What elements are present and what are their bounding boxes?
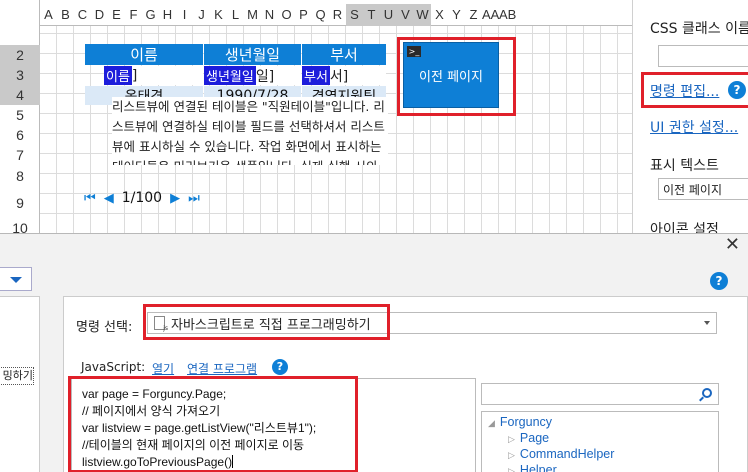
left-dropdown[interactable]	[0, 267, 32, 291]
column-header[interactable]: U	[380, 4, 397, 26]
listview-binding-name[interactable]: 이름 ]	[104, 66, 203, 85]
css-class-label: CSS 클래스 이름	[650, 21, 748, 37]
column-header[interactable]: W	[414, 4, 431, 26]
designer-sheet[interactable]: A B C D E F G H I J K L M N O P Q R S T U V W X Y Z AA AB 234567891…	[0, 0, 632, 233]
command-dialog: ✕ ? 밍하기 명령 선택: 자바스크립트로 직접 프로그래밍하기 JavaSc…	[0, 233, 748, 472]
listview-header-department[interactable]: 부서	[302, 44, 386, 65]
icon-setting-label: 아이콘 설정	[650, 222, 719, 233]
api-search-input[interactable]	[481, 383, 719, 405]
column-header[interactable]: L	[227, 4, 244, 26]
listview-pager: ⏮ ◀ 1/100 ▶ ⏭	[84, 190, 200, 206]
column-header[interactable]: M	[244, 4, 261, 26]
listview-binding-birthdate[interactable]: 생년월일 일]	[204, 66, 301, 85]
column-header[interactable]: AB	[499, 4, 516, 26]
open-with-link[interactable]: 연결 프로그램	[187, 360, 257, 377]
prev-page-icon[interactable]: ◀	[104, 191, 114, 206]
column-header[interactable]: O	[278, 4, 295, 26]
listview-header-birthdate[interactable]: 생년월일	[204, 44, 301, 65]
column-header[interactable]: Q	[312, 4, 329, 26]
column-header[interactable]: Z	[465, 4, 482, 26]
collapsed-triangle-icon[interactable]: ▷	[508, 450, 515, 460]
column-header[interactable]: N	[261, 4, 278, 26]
binding-suffix: ]	[131, 67, 138, 84]
column-header[interactable]: R	[329, 4, 346, 26]
ui-permission-link[interactable]: UI 권한 설정...	[650, 117, 738, 137]
binding-tag: 생년월일	[204, 66, 256, 85]
expanded-triangle-icon[interactable]: ◢	[488, 418, 495, 428]
display-text-label: 표시 텍스트	[650, 158, 719, 174]
binding-tag: 이름	[104, 66, 132, 85]
command-list-panel: 밍하기	[0, 296, 40, 472]
tree-node-label: CommandHelper	[519, 447, 615, 461]
css-class-input[interactable]	[658, 45, 748, 67]
column-header[interactable]: F	[125, 4, 142, 26]
column-header[interactable]: J	[193, 4, 210, 26]
code-highlight-box	[68, 376, 358, 472]
command-select-label: 명령 선택:	[76, 320, 133, 335]
row-header[interactable]: 8	[0, 165, 40, 187]
row-header[interactable]: 9	[0, 190, 40, 216]
column-header[interactable]: T	[363, 4, 380, 26]
page-indicator: 1/100	[121, 190, 163, 206]
column-header[interactable]: V	[397, 4, 414, 26]
listview-description: 리스트뷰에 연결된 테이블은 "직원테이블"입니다. 리스트뷰에 연결하실 테이…	[112, 97, 388, 165]
column-header[interactable]: AA	[482, 4, 499, 26]
row-header[interactable]: 3	[0, 65, 40, 85]
tree-node-page[interactable]: ▷ Page	[508, 431, 549, 445]
javascript-label: JavaScript:	[81, 360, 146, 374]
button-highlight-box	[397, 37, 516, 116]
open-link[interactable]: 열기	[152, 360, 174, 377]
column-header[interactable]: K	[210, 4, 227, 26]
last-page-icon[interactable]: ⏭	[188, 191, 200, 206]
column-header[interactable]: A	[40, 4, 57, 26]
dialog-help-icon[interactable]: ?	[710, 272, 728, 290]
row-header[interactable]: 7	[0, 145, 40, 165]
column-header[interactable]: D	[91, 4, 108, 26]
binding-suffix: 일]	[255, 68, 275, 85]
row-header[interactable]: 6	[0, 125, 40, 145]
column-header[interactable]: E	[108, 4, 125, 26]
row-header[interactable]: 10	[0, 218, 40, 233]
tree-node-label: Helper	[519, 463, 557, 472]
column-header[interactable]: B	[57, 4, 74, 26]
next-page-icon[interactable]: ▶	[170, 191, 180, 206]
chevron-down-icon	[10, 277, 22, 283]
listview-binding-department[interactable]: 부서 서]	[302, 66, 386, 85]
row-header[interactable]: 4	[0, 85, 40, 105]
tree-node-forguncy[interactable]: ◢ Forguncy	[488, 415, 552, 429]
binding-suffix: 서]	[329, 68, 349, 85]
api-tree: ◢ Forguncy ▷ Page ▷ CommandHelper ▷ Helper	[481, 411, 719, 472]
tree-node-label: Page	[519, 431, 550, 445]
command-list-item[interactable]: 밍하기	[0, 367, 34, 385]
binding-tag: 부서	[302, 66, 330, 85]
javascript-help-icon[interactable]: ?	[272, 359, 288, 375]
tree-node-label: Forguncy	[499, 415, 553, 429]
column-header[interactable]: X	[431, 4, 448, 26]
command-edit-highlight-box	[641, 72, 748, 108]
listview-header-name[interactable]: 이름	[85, 44, 203, 65]
search-icon[interactable]	[702, 388, 712, 398]
collapsed-triangle-icon[interactable]: ▷	[508, 466, 515, 472]
column-header[interactable]: Y	[448, 4, 465, 26]
close-icon[interactable]: ✕	[725, 234, 740, 255]
dropdown-arrow-icon	[704, 321, 710, 325]
app-window: A B C D E F G H I J K L M N O P Q R S T U V W X Y Z AA AB 234567891…	[0, 0, 748, 472]
tree-node-helper[interactable]: ▷ Helper	[508, 463, 557, 472]
first-page-icon[interactable]: ⏮	[84, 191, 96, 206]
column-header[interactable]: C	[74, 4, 91, 26]
collapsed-triangle-icon[interactable]: ▷	[508, 434, 515, 444]
column-header[interactable]: H	[159, 4, 176, 26]
tree-node-commandhelper[interactable]: ▷ CommandHelper	[508, 447, 614, 461]
command-select-highlight-box	[143, 304, 390, 340]
row-header[interactable]: 2	[0, 45, 40, 65]
column-header[interactable]: G	[142, 4, 159, 26]
column-header[interactable]: I	[176, 4, 193, 26]
column-header[interactable]: P	[295, 4, 312, 26]
column-header[interactable]: S	[346, 4, 363, 26]
row-header[interactable]: 5	[0, 105, 40, 125]
display-text-input[interactable]	[658, 178, 748, 200]
property-panel: CSS 클래스 이름 명령 편집... ? UI 권한 설정... 표시 텍스트…	[632, 0, 748, 233]
